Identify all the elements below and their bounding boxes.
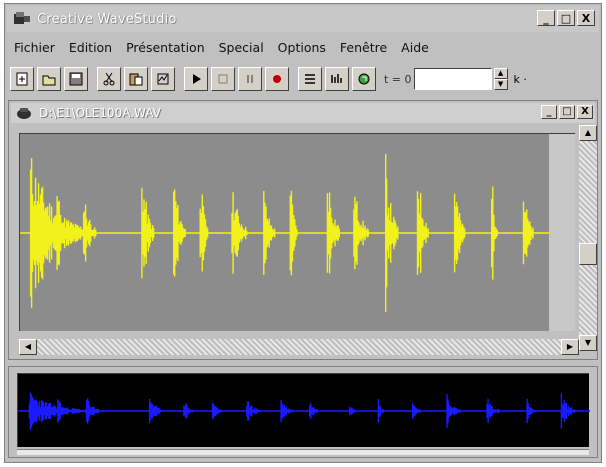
menu-edition[interactable]: Edition — [62, 40, 119, 55]
open-button[interactable] — [37, 67, 61, 91]
menu-bar: Fichier Edition Présentation Special Opt… — [7, 36, 599, 58]
document-title-bar[interactable]: D:\E1\OLE100A.WAV _ □ X — [11, 103, 595, 123]
position-input[interactable] — [413, 68, 492, 90]
document-title: D:\E1\OLE100A.WAV — [39, 106, 161, 120]
list-button[interactable] — [298, 67, 322, 91]
reload-button[interactable] — [352, 67, 376, 91]
scroll-down-icon[interactable]: ▼ — [579, 335, 597, 351]
list-icon — [305, 74, 315, 84]
minimize-button[interactable]: _ — [537, 10, 555, 26]
waveform-trace — [20, 153, 549, 313]
menu-aide[interactable]: Aide — [394, 40, 436, 55]
record-button[interactable] — [265, 67, 289, 91]
paste-mix-button[interactable] — [151, 67, 175, 91]
vertical-scroll-thumb[interactable] — [579, 243, 597, 265]
stop-icon — [218, 74, 228, 84]
wave-document-window: D:\E1\OLE100A.WAV _ □ X ▲ ▼ ◀ ▶ — [8, 100, 598, 360]
paste-icon — [129, 73, 143, 86]
wave-file-icon — [17, 108, 31, 119]
new-icon — [16, 72, 28, 86]
record-icon — [273, 75, 281, 83]
reload-icon — [358, 73, 370, 85]
title-bar[interactable]: Creative WaveStudio _ □ X — [7, 6, 599, 32]
scroll-up-icon[interactable]: ▲ — [579, 125, 597, 141]
play-icon — [193, 74, 201, 84]
position-label: t = 0 — [384, 72, 412, 86]
position-spinner[interactable]: ▲ ▼ — [493, 68, 508, 90]
cut-icon — [103, 72, 115, 86]
menu-fenetre[interactable]: Fenêtre — [333, 40, 394, 55]
waveform-graph — [20, 153, 549, 313]
pause-icon — [247, 75, 253, 83]
open-icon — [42, 75, 56, 86]
effects-button[interactable] — [325, 67, 349, 91]
app-icon — [14, 12, 30, 24]
menu-special[interactable]: Special — [212, 40, 271, 55]
effects-icon — [331, 74, 342, 83]
spin-down-icon[interactable]: ▼ — [493, 79, 508, 90]
cut-button[interactable] — [97, 67, 121, 91]
scroll-right-icon[interactable]: ▶ — [561, 339, 579, 355]
waveform-end-margin — [549, 133, 575, 331]
stop-button[interactable] — [211, 67, 235, 91]
toolbar-tail-label: k · — [513, 72, 527, 86]
vertical-scrollbar[interactable]: ▲ ▼ — [579, 125, 597, 351]
new-button[interactable] — [10, 67, 34, 91]
paste-mix-icon — [157, 73, 169, 85]
waveform-view[interactable] — [19, 133, 549, 331]
toolbar: t = 0 ▲ ▼ k · — [7, 64, 599, 94]
save-button[interactable] — [64, 67, 88, 91]
overview-footer — [17, 449, 589, 455]
waveform-trace — [18, 392, 590, 430]
paste-button[interactable] — [124, 67, 148, 91]
doc-minimize-button[interactable]: _ — [541, 105, 557, 119]
overview-graph — [18, 392, 590, 430]
spin-up-icon[interactable]: ▲ — [493, 68, 508, 79]
menu-options[interactable]: Options — [271, 40, 333, 55]
save-icon — [69, 72, 83, 86]
horizontal-scrollbar[interactable]: ◀ ▶ — [19, 339, 579, 355]
play-button[interactable] — [184, 67, 208, 91]
scroll-left-icon[interactable]: ◀ — [19, 339, 37, 355]
doc-close-button[interactable]: X — [577, 105, 593, 119]
window-title: Creative WaveStudio — [37, 11, 177, 27]
menu-presentation[interactable]: Présentation — [119, 40, 212, 55]
doc-maximize-button[interactable]: □ — [559, 105, 575, 119]
menu-fichier[interactable]: Fichier — [7, 40, 62, 55]
maximize-button[interactable]: □ — [557, 10, 575, 26]
overview-pane — [8, 366, 598, 458]
overview-waveform[interactable] — [17, 373, 590, 447]
pause-button[interactable] — [238, 67, 262, 91]
close-button[interactable]: X — [577, 10, 595, 26]
